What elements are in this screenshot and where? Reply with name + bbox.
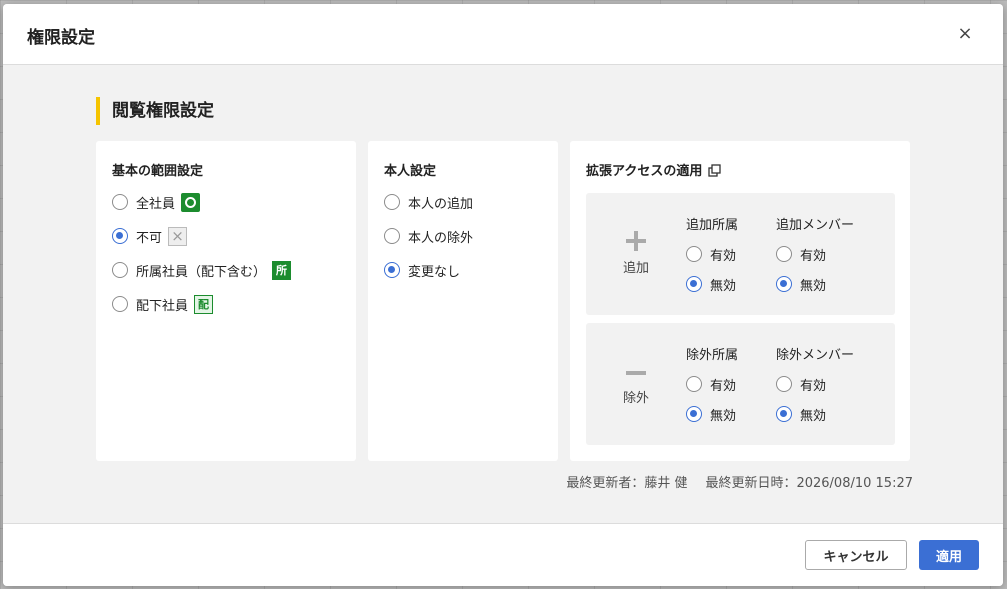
department-badge-icon: 所 [272, 260, 292, 280]
add-dept-title: 追加所属 [686, 218, 739, 233]
add-member-enabled[interactable]: 有効 [776, 244, 826, 264]
radio-button[interactable] [384, 228, 400, 244]
add-member-disabled[interactable]: 無効 [776, 274, 826, 294]
radio-button[interactable] [384, 194, 400, 210]
subordinates-badge-icon: 配 [194, 294, 214, 314]
self-option-add[interactable]: 本人の追加 [384, 192, 473, 212]
option-label: 有効 [710, 378, 737, 394]
exclude-access-box: 除外 除外所属 有効 無効 除外メンバー 有効 無効 [586, 323, 895, 445]
radio-button[interactable] [686, 376, 702, 392]
radio-button[interactable] [112, 296, 128, 312]
section-title: 閲覧権限設定 [96, 97, 214, 125]
extended-access-card: 拡張アクセスの適用 追加 追加所属 有効 無効 追加メンバー 有効 無効 除外 … [570, 141, 910, 461]
dialog-title: 権限設定 [27, 28, 95, 48]
basic-scope-title: 基本の範囲設定 [112, 164, 204, 179]
extended-access-title: 拡張アクセスの適用 [586, 160, 722, 181]
exclude-member-disabled[interactable]: 無効 [776, 404, 826, 424]
scope-option-none[interactable]: 不可 × [112, 226, 188, 246]
last-updated-info: 最終更新者：藤井 健 最終更新日時：2026/08/10 15:27 [566, 472, 913, 491]
radio-button[interactable] [112, 262, 128, 278]
add-dept-enabled[interactable]: 有効 [686, 244, 736, 264]
scope-option-subordinates[interactable]: 配下社員 配 [112, 294, 214, 314]
radio-button-selected[interactable] [686, 276, 702, 292]
radio-button-selected[interactable] [384, 262, 400, 278]
exclude-dept-disabled[interactable]: 無効 [686, 404, 736, 424]
self-option-label: 本人の追加 [408, 196, 474, 212]
exclude-label: 除外 [622, 391, 649, 406]
no-access-badge-icon: × [168, 226, 188, 246]
radio-button[interactable] [776, 376, 792, 392]
radio-button[interactable] [686, 246, 702, 262]
scope-option-label: 不可 [136, 230, 163, 246]
scope-option-label: 全社員 [136, 196, 176, 212]
option-label: 有効 [800, 248, 827, 264]
option-label: 無効 [710, 408, 737, 424]
option-label: 無効 [710, 278, 737, 294]
self-option-label: 本人の除外 [408, 230, 474, 246]
exclude-dept-title: 除外所属 [686, 348, 739, 363]
extended-access-title-text: 拡張アクセスの適用 [586, 164, 703, 179]
add-member-title: 追加メンバー [776, 218, 855, 233]
close-button[interactable]: × [953, 22, 977, 46]
add-dept-disabled[interactable]: 無効 [686, 274, 736, 294]
radio-button[interactable] [112, 194, 128, 210]
add-label: 追加 [622, 261, 649, 276]
radio-button-selected[interactable] [776, 276, 792, 292]
option-label: 無効 [800, 408, 827, 424]
dialog-footer: キャンセル 適用 [3, 523, 1003, 586]
radio-button[interactable] [776, 246, 792, 262]
radio-button-selected[interactable] [686, 406, 702, 422]
exclude-member-title: 除外メンバー [776, 348, 855, 363]
self-option-no-change[interactable]: 変更なし [384, 260, 460, 280]
option-label: 有効 [710, 248, 737, 264]
self-setting-title: 本人設定 [384, 164, 437, 179]
apply-button[interactable]: 適用 [919, 540, 979, 570]
basic-scope-card: 基本の範囲設定 全社員 不可 × 所属社員（配下含む） 所 配下社員 配 [96, 141, 356, 461]
scope-option-all[interactable]: 全社員 [112, 192, 201, 212]
permission-dialog: 権限設定 × 閲覧権限設定 基本の範囲設定 全社員 不可 × 所属社員（配下含む… [3, 4, 1003, 586]
scope-option-department[interactable]: 所属社員（配下含む） 所 [112, 260, 292, 280]
exclude-dept-enabled[interactable]: 有効 [686, 374, 736, 394]
updated-at: 最終更新日時：2026/08/10 15:27 [705, 476, 913, 491]
self-option-label: 変更なし [408, 264, 461, 280]
close-icon: × [957, 23, 973, 44]
self-option-exclude[interactable]: 本人の除外 [384, 226, 473, 246]
minus-icon [606, 361, 666, 387]
exclude-member-enabled[interactable]: 有効 [776, 374, 826, 394]
all-employees-badge-icon [181, 192, 201, 212]
radio-button-selected[interactable] [112, 228, 128, 244]
external-link-icon[interactable] [708, 164, 722, 181]
dialog-header: 権限設定 × [3, 4, 1003, 65]
updated-by: 最終更新者：藤井 健 [566, 476, 688, 491]
option-label: 無効 [800, 278, 827, 294]
scope-option-label: 所属社員（配下含む） [136, 264, 267, 280]
add-access-box: 追加 追加所属 有効 無効 追加メンバー 有効 無効 [586, 193, 895, 315]
plus-icon [606, 229, 666, 255]
cancel-button[interactable]: キャンセル [805, 540, 907, 570]
scope-option-label: 配下社員 [136, 298, 189, 314]
option-label: 有効 [800, 378, 827, 394]
self-setting-card: 本人設定 本人の追加 本人の除外 変更なし [368, 141, 558, 461]
radio-button-selected[interactable] [776, 406, 792, 422]
